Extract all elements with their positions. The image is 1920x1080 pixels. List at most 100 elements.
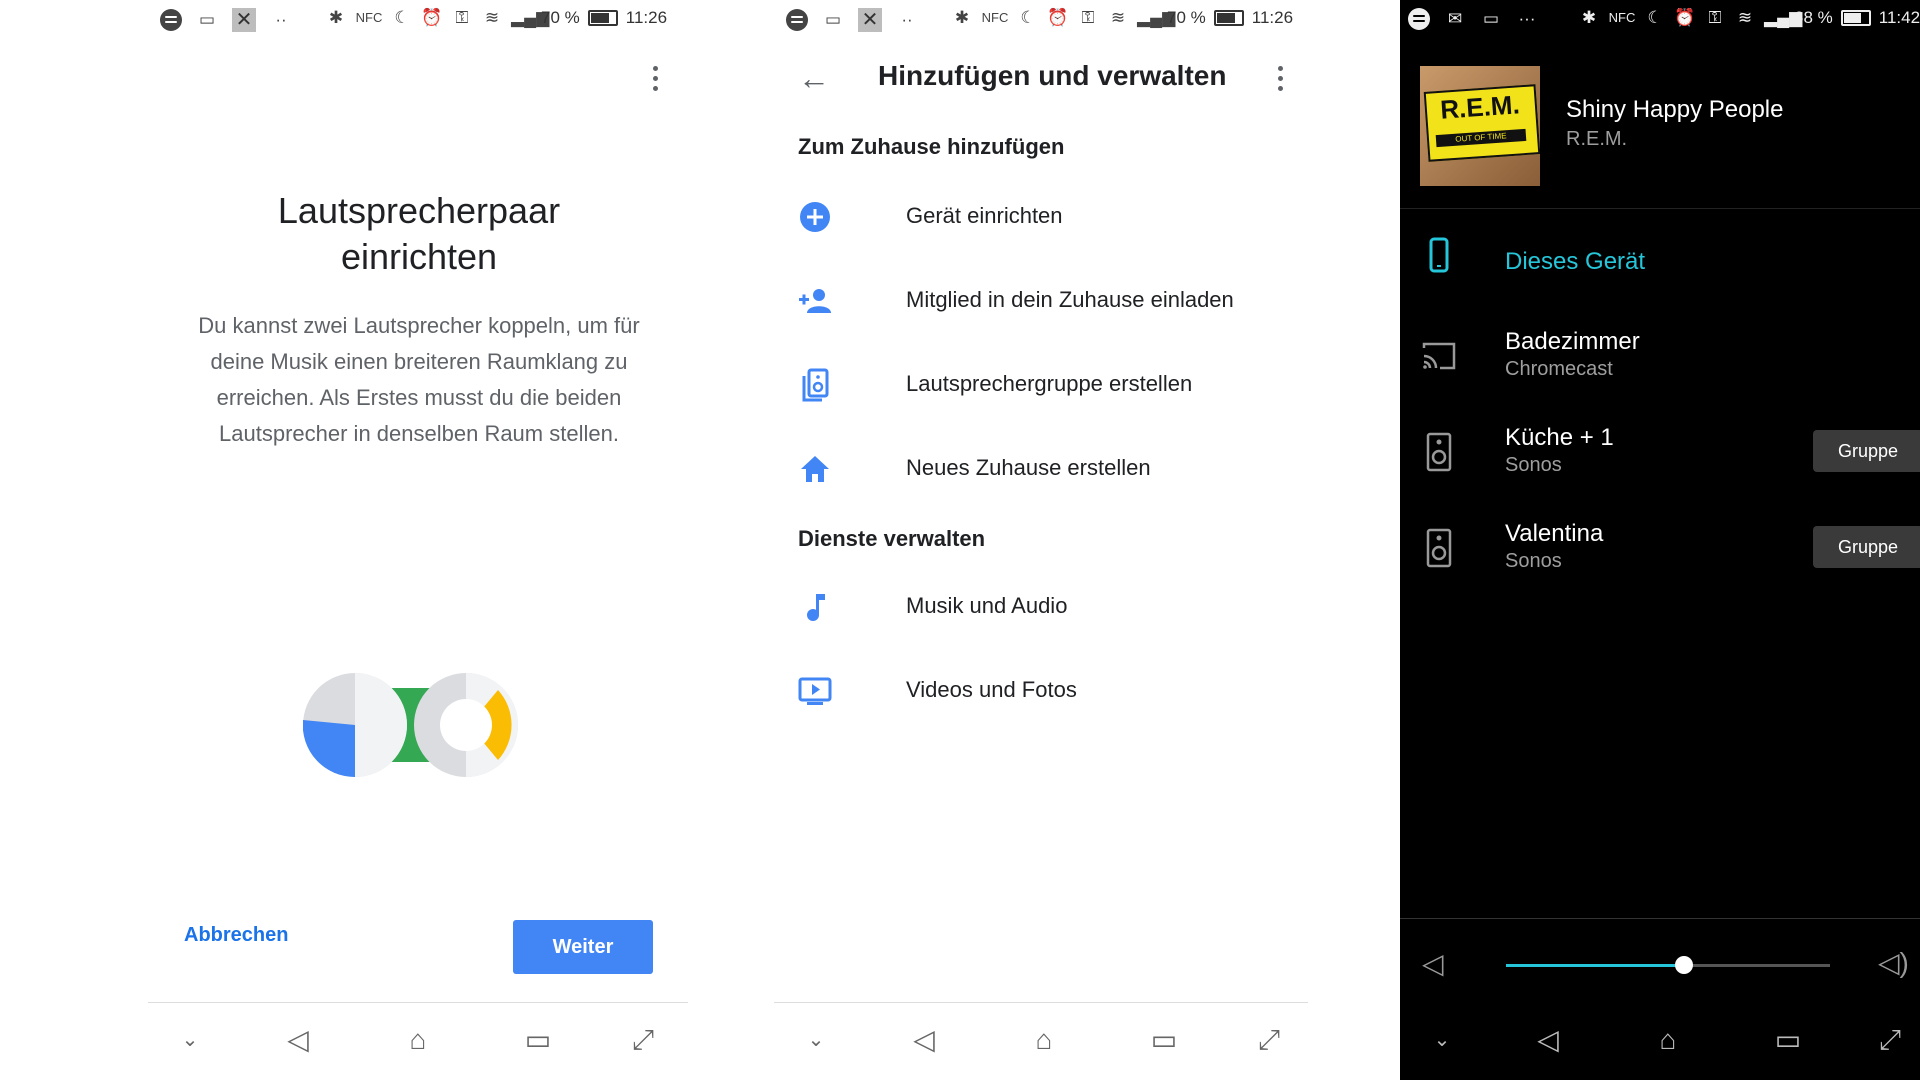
battery-text: 70 % <box>541 8 580 27</box>
wifi-icon: ≋ <box>1110 8 1126 27</box>
title-line-2: einrichten <box>340 236 498 277</box>
signal-icon: ▂▄▆ <box>1137 8 1176 27</box>
wifi-icon: ≋ <box>1737 8 1753 27</box>
mail-icon: ✉ <box>1447 9 1463 28</box>
more-dots-icon: ·· <box>275 10 287 29</box>
home-nav-icon[interactable]: ⌂ <box>1648 1022 1688 1058</box>
nfc-icon: NFC <box>1608 10 1636 25</box>
device-name: Küche + 1 <box>1505 424 1614 451</box>
menu-item-videos-photos[interactable]: Videos und Fotos <box>768 659 1400 719</box>
nav-bar: ⌄ ◁ ⌂ ▭ ⤢ <box>148 1002 688 1080</box>
device-badezimmer[interactable]: Badezimmer Chromecast <box>1400 318 1920 398</box>
add-person-icon <box>799 289 831 313</box>
signal-icon: ▂▄▆ <box>1764 8 1803 27</box>
moon-icon: ☾ <box>1020 8 1036 27</box>
battery-icon <box>1213 10 1244 26</box>
volume-slider-fill <box>1506 964 1685 967</box>
back-nav-icon[interactable]: ◁ <box>904 1022 944 1058</box>
home-nav-icon[interactable]: ⌂ <box>1024 1022 1064 1058</box>
hide-nav-icon[interactable]: ⌄ <box>170 1022 210 1058</box>
hide-nav-icon[interactable]: ⌄ <box>1422 1022 1462 1058</box>
menu-item-music-audio[interactable]: Musik und Audio <box>768 575 1400 635</box>
recents-nav-icon[interactable]: ▭ <box>1144 1022 1184 1058</box>
volume-up-icon[interactable]: ◁) <box>1878 946 1918 980</box>
overflow-menu-icon[interactable] <box>653 66 661 96</box>
bluetooth-icon: ✱ <box>954 8 970 27</box>
menu-item-label: Lautsprechergruppe erstellen <box>906 371 1193 396</box>
expand-nav-icon[interactable]: ⤢ <box>1249 1022 1289 1058</box>
section-add-to-home: Zum Zuhause hinzufügen <box>798 134 1065 159</box>
recents-nav-icon[interactable]: ▭ <box>518 1022 558 1058</box>
menu-item-label: Videos und Fotos <box>906 677 1077 702</box>
section-manage-services: Dienste verwalten <box>798 526 986 551</box>
title-line-1: Lautsprecherpaar <box>277 190 561 231</box>
gallery-icon: ▭ <box>1482 9 1500 28</box>
speaker-icon <box>1426 432 1452 472</box>
speaker-icon <box>1426 528 1452 568</box>
home-nav-icon[interactable]: ⌂ <box>398 1022 438 1058</box>
nfc-icon: NFC <box>355 10 383 25</box>
alarm-icon: ⏰ <box>1047 8 1069 27</box>
cast-icon <box>1422 342 1456 370</box>
menu-item-create-home[interactable]: Neues Zuhause erstellen <box>768 437 1400 497</box>
hide-nav-icon[interactable]: ⌄ <box>796 1022 836 1058</box>
bluetooth-icon: ✱ <box>1581 8 1597 27</box>
menu-item-create-speaker-group[interactable]: Lautsprechergruppe erstellen <box>768 353 1400 413</box>
recents-nav-icon[interactable]: ▭ <box>1768 1022 1808 1058</box>
song-title: Shiny Happy People <box>1566 96 1784 123</box>
clock: 11:42 <box>1878 8 1920 27</box>
volume-slider[interactable] <box>1506 956 1830 974</box>
back-arrow-icon[interactable]: ← <box>798 60 834 96</box>
album-cover: R.E.M. OUT OF TIME <box>1420 66 1540 186</box>
wifi-icon: ≋ <box>484 8 500 27</box>
device-name: Badezimmer <box>1505 328 1640 355</box>
battery-icon <box>587 10 618 26</box>
status-bar: ▭ ✕ ·· ✱ NFC ☾ ⏰ ⚿ ≋ ▂▄▆ 70 % 11:26 <box>768 0 1400 38</box>
device-kueche[interactable]: Küche + 1 Sonos Gruppe <box>1400 414 1920 494</box>
device-name: Valentina <box>1505 520 1604 547</box>
key-icon: ⚿ <box>455 8 469 27</box>
menu-item-label: Neues Zuhause erstellen <box>906 455 1151 480</box>
menu-item-invite-member[interactable]: Mitglied in dein Zuhause einladen <box>768 269 1400 329</box>
group-button[interactable]: Gruppe <box>1813 430 1920 472</box>
close-icon: ✕ <box>858 8 882 32</box>
status-bar: ▭ ✕ ·· ✱ NFC ☾ ⏰ ⚿ ≋ ▂▄▆ 70 % 11:26 <box>0 0 768 38</box>
artist-name: R.E.M. <box>1566 128 1628 150</box>
nav-bar: ⌄ ◁ ⌂ ▭ ⤢ <box>1400 1002 1920 1080</box>
battery-text: 68 % <box>1794 8 1833 27</box>
close-icon: ✕ <box>232 8 256 32</box>
speaker-group-icon <box>802 368 829 402</box>
nav-bar: ⌄ ◁ ⌂ ▭ ⤢ <box>774 1002 1308 1080</box>
divider <box>1400 208 1920 209</box>
clock: 11:26 <box>1251 8 1294 27</box>
device-valentina[interactable]: Valentina Sonos Gruppe <box>1400 510 1920 590</box>
spotify-icon <box>160 9 182 31</box>
volume-slider-thumb[interactable] <box>1675 956 1694 974</box>
signal-icon: ▂▄▆ <box>511 8 550 27</box>
group-button[interactable]: Gruppe <box>1813 526 1920 568</box>
volume-down-icon[interactable]: ◁ <box>1422 948 1454 980</box>
expand-nav-icon[interactable]: ⤢ <box>1870 1022 1910 1058</box>
battery-text: 70 % <box>1167 8 1206 27</box>
cancel-button[interactable]: Abbrechen <box>184 924 288 947</box>
speaker-pair-illustration <box>303 673 518 778</box>
device-this-device[interactable]: Dieses Gerät <box>1400 218 1920 298</box>
overflow-menu-icon[interactable] <box>1278 66 1286 96</box>
spotify-icon <box>1408 8 1430 30</box>
menu-item-label: Gerät einrichten <box>906 203 1063 228</box>
key-icon: ⚿ <box>1081 8 1095 27</box>
expand-nav-icon[interactable]: ⤢ <box>623 1022 663 1058</box>
menu-item-label: Musik und Audio <box>906 593 1068 618</box>
video-icon <box>798 677 832 705</box>
back-nav-icon[interactable]: ◁ <box>278 1022 318 1058</box>
page-title: Lautsprecherpaar einrichten <box>120 188 718 280</box>
back-nav-icon[interactable]: ◁ <box>1528 1022 1568 1058</box>
device-type: Sonos <box>1505 550 1562 572</box>
home-icon <box>801 456 829 482</box>
more-dots-icon: ··· <box>1518 9 1536 28</box>
next-button[interactable]: Weiter <box>513 920 653 974</box>
menu-item-setup-device[interactable]: Gerät einrichten <box>768 185 1400 245</box>
nfc-icon: NFC <box>981 10 1009 25</box>
alarm-icon: ⏰ <box>1674 8 1696 27</box>
menu-item-label: Mitglied in dein Zuhause einladen <box>906 287 1234 312</box>
